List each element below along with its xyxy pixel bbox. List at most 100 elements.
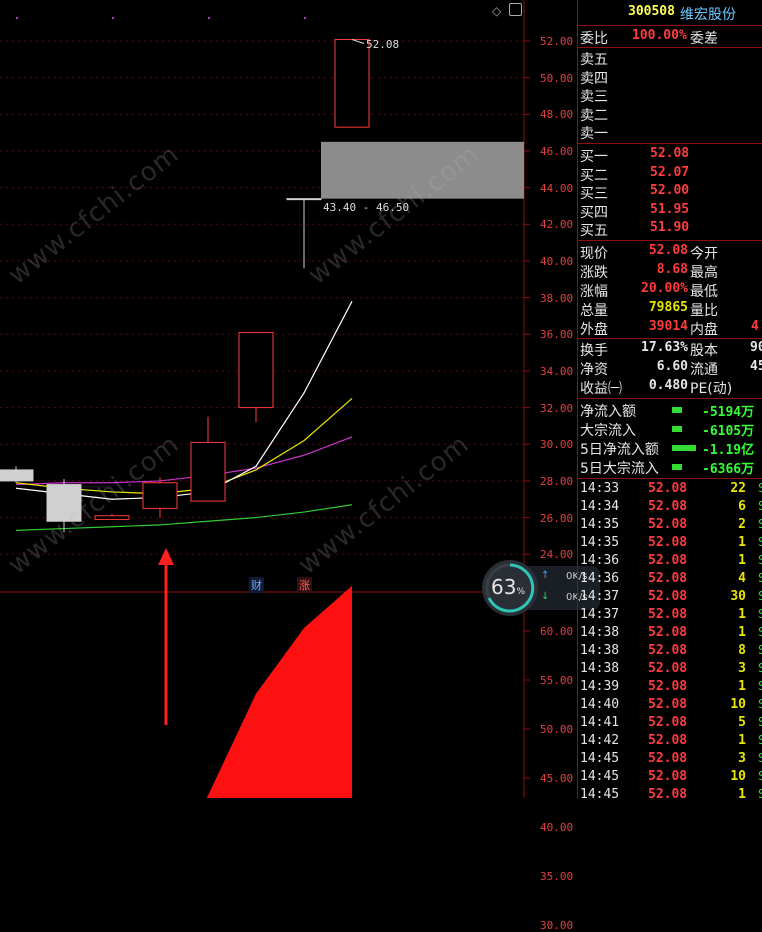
- period-marker: [304, 17, 306, 19]
- tick-price: 52.08: [648, 517, 688, 532]
- ask-label: 卖四: [580, 70, 608, 87]
- tick-volume: 3: [738, 661, 746, 676]
- tick-price: 52.08: [648, 679, 688, 694]
- stock-header[interactable]: 300508 维宏股份: [578, 4, 762, 23]
- tick-row[interactable]: 14:38 52.08 1 S: [578, 625, 762, 643]
- tick-time: 14:42: [580, 733, 620, 748]
- quote-label: 总量: [580, 303, 608, 319]
- tick-side: S: [758, 535, 762, 549]
- tick-row[interactable]: 14:35 52.08 1 S: [578, 535, 762, 553]
- tick-price: 52.08: [648, 535, 688, 550]
- period-marker: [112, 17, 114, 19]
- finance-value: 45: [750, 359, 762, 374]
- finance-badge[interactable]: 财: [249, 577, 264, 593]
- tick-side: S: [758, 661, 762, 675]
- tick-row[interactable]: 14:35 52.08 2 S: [578, 517, 762, 535]
- finance-label: 净资: [580, 362, 608, 378]
- bid-price: 52.08: [650, 146, 690, 161]
- tick-row[interactable]: 14:38 52.08 3 S: [578, 661, 762, 679]
- tick-side: S: [758, 697, 762, 711]
- flow-row: 5日净流入额 -1.19亿: [578, 439, 762, 458]
- tick-side: S: [758, 787, 762, 801]
- tick-side: S: [758, 643, 762, 657]
- quote-row: 现价 52.08 今开: [578, 243, 762, 262]
- tick-price: 52.08: [648, 697, 688, 712]
- tick-time: 14:45: [580, 769, 620, 784]
- candle-body: [238, 331, 274, 409]
- finance-label: 换手: [580, 343, 608, 359]
- ask-row: 卖五: [578, 49, 762, 68]
- tick-side: S: [758, 571, 762, 585]
- tick-row[interactable]: 14:42 52.08 1 S: [578, 733, 762, 751]
- divider: [578, 240, 762, 241]
- price-tick-label: 32.00: [540, 401, 574, 415]
- tick-row[interactable]: 14:38 52.08 8 S: [578, 643, 762, 661]
- tick-price: 52.08: [648, 553, 688, 568]
- price-tick-label: 52.00: [540, 35, 574, 48]
- tick-volume: 6: [738, 499, 746, 514]
- price-tick-label: 30.00: [540, 438, 574, 452]
- tick-side: S: [758, 715, 762, 729]
- indicator-tick-label: 30.00: [540, 919, 574, 932]
- candle-body: [0, 469, 34, 482]
- flow-label: 5日大宗流入: [580, 461, 659, 477]
- tick-time: 14:36: [580, 571, 620, 586]
- finance-value: 0.480: [648, 378, 688, 393]
- tick-time: 14:36: [580, 553, 620, 568]
- tick-side: S: [758, 553, 762, 567]
- tick-row[interactable]: 14:40 52.08 10 S: [578, 697, 762, 715]
- tick-volume: 22: [730, 481, 746, 496]
- tick-side: S: [758, 769, 762, 783]
- quote-panel: 300508 维宏股份 委比 100.00% 委差 卖五 卖四 卖三 卖二 卖一 买一 5…: [577, 0, 762, 802]
- tick-volume: 1: [738, 625, 746, 640]
- finance-label: 收益㈠: [580, 381, 622, 397]
- quote-label: 涨幅: [580, 284, 608, 300]
- chart-canvas[interactable]: [0, 0, 576, 798]
- tick-row[interactable]: 14:45 52.08 10 S: [578, 769, 762, 787]
- speed-percent: 63: [491, 575, 517, 599]
- tick-volume: 30: [730, 589, 746, 604]
- window-toggle-icon[interactable]: [509, 3, 522, 16]
- tick-side: S: [758, 733, 762, 747]
- quote-value: 79865: [648, 300, 688, 315]
- tick-row[interactable]: 14:34 52.08 6 S: [578, 499, 762, 517]
- tick-time: 14:41: [580, 715, 620, 730]
- tick-row[interactable]: 14:36 52.08 4 S: [578, 571, 762, 589]
- tick-volume: 4: [738, 571, 746, 586]
- tick-row[interactable]: 14:37 52.08 30 S: [578, 589, 762, 607]
- indicator-tick-label: 60.00: [540, 625, 574, 638]
- tick-row[interactable]: 14:41 52.08 5 S: [578, 715, 762, 733]
- kline-chart[interactable]: 52.00 50.00 48.00 46.00 44.00 42.00 40.00 38.00…: [0, 0, 576, 932]
- tick-row[interactable]: 14:36 52.08 1 S: [578, 553, 762, 571]
- speed-percent-unit: %: [516, 587, 526, 597]
- divider: [578, 47, 762, 48]
- tick-row[interactable]: 14:39 52.08 1 S: [578, 679, 762, 697]
- tick-volume: 1: [738, 787, 746, 802]
- diamond-icon[interactable]: ◇: [492, 4, 501, 18]
- tick-side: S: [758, 481, 762, 495]
- tick-volume: 5: [738, 715, 746, 730]
- tick-row[interactable]: 14:45 52.08 3 S: [578, 751, 762, 769]
- bid-label: 买三: [580, 186, 608, 203]
- indicator-tick-label: 35.00: [540, 870, 574, 883]
- tick-volume: 10: [730, 697, 746, 712]
- finance-value: 17.63%: [641, 340, 688, 355]
- tick-volume: 10: [730, 769, 746, 784]
- tick-row[interactable]: 14:33 52.08 22 S: [578, 481, 762, 499]
- stock-code: 300508: [628, 4, 675, 19]
- tick-price: 52.08: [648, 787, 688, 802]
- commission-ratio-label: 委比: [580, 31, 608, 47]
- quote-value: 4: [751, 319, 759, 334]
- flow-value: -1.19亿: [702, 443, 755, 458]
- high-price-label: 52.08: [366, 38, 400, 51]
- flow-value: -6105万: [702, 424, 755, 439]
- tick-price: 52.08: [648, 499, 688, 514]
- ask-label: 卖三: [580, 89, 608, 106]
- ask-row: 卖一: [578, 123, 762, 142]
- quote-value: 52.08: [648, 243, 688, 258]
- quote-label: 量比: [690, 303, 718, 319]
- bid-price: 51.95: [650, 201, 690, 217]
- tick-time: 14:35: [580, 517, 620, 532]
- tick-row[interactable]: 14:45 52.08 1 S: [578, 787, 762, 805]
- tick-row[interactable]: 14:37 52.08 1 S: [578, 607, 762, 625]
